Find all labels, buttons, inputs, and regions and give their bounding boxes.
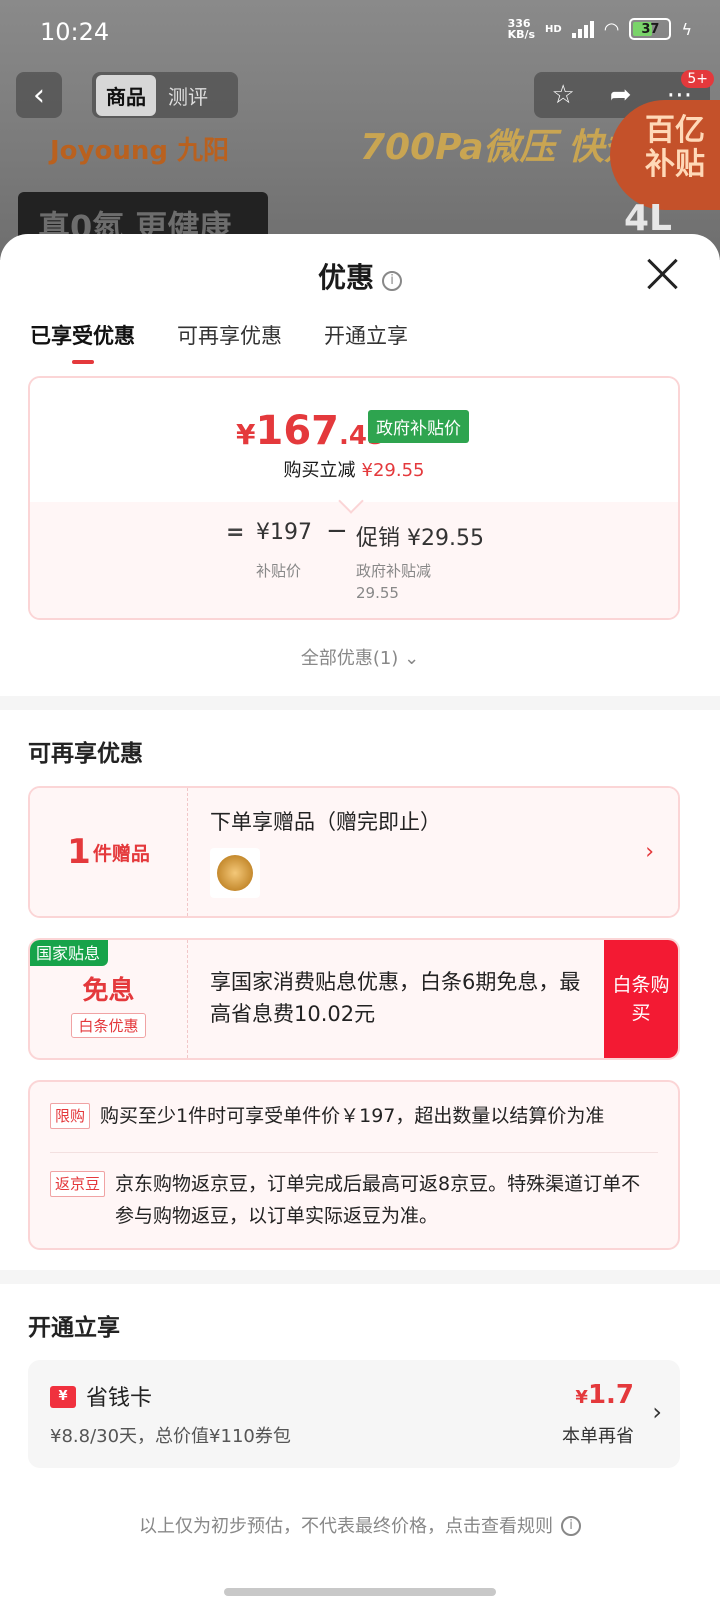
battery-icon: 37	[629, 18, 672, 40]
message-count-badge: 5+	[681, 70, 714, 88]
offers-sheet: 优惠 i 已享受优惠 可再享优惠 开通立享 ¥167.45 政府补贴价 购买立减 ¥…	[0, 234, 720, 1600]
capacity-label: 4L	[624, 198, 672, 239]
final-price: ¥167.45	[236, 408, 386, 454]
chevron-right-icon: ›	[645, 839, 654, 865]
subsidy-price: ¥197	[256, 520, 312, 545]
section-divider	[0, 1270, 720, 1284]
chevron-down-icon: ⌄	[404, 648, 420, 669]
hd-label: HD	[545, 23, 562, 35]
status-icons: 336 KB/s HD ◠ 37 ϟ	[508, 18, 692, 40]
wifi-icon: ◠	[603, 18, 620, 40]
info-icon[interactable]: i	[382, 271, 402, 291]
net-speed: 336 KB/s	[507, 17, 536, 41]
baitiao-buy-button[interactable]: 白条购买	[604, 940, 678, 1058]
all-offers-toggle[interactable]: 全部优惠(1) ⌄	[0, 644, 720, 670]
info-icon: i	[561, 1516, 581, 1536]
tab-more-offers[interactable]: 可再享优惠	[177, 320, 282, 364]
purchase-limit-note: 限购 购买至少1件时可享受单件价￥197，超出数量以结算价为准	[50, 1100, 658, 1132]
section-divider	[0, 696, 720, 710]
gift-thumbnail	[210, 848, 260, 898]
charging-icon: ϟ	[681, 19, 692, 39]
price-breakdown: = ¥197 − 促销 ¥29.55 补贴价 政府补贴减 29.55	[30, 488, 678, 618]
signal-icon	[571, 20, 594, 38]
interest-description: 享国家消费贴息优惠，白条6期免息，最高省息费10.02元	[210, 970, 581, 1026]
gift-title: 下单享赠品（赠完即止）	[210, 810, 441, 834]
home-indicator[interactable]	[224, 1588, 496, 1596]
interest-free-card: 国家贴息 免息 白条优惠 享国家消费贴息优惠，白条6期免息，最高省息费10.02…	[28, 938, 680, 1060]
product-tabs: 商品 测评	[92, 72, 238, 118]
subsidy-badge: 百亿 补贴	[610, 100, 720, 210]
product-slogan: 700Pa微压 快煮	[360, 127, 641, 168]
status-time: 10:24	[40, 18, 110, 46]
notes-card: 限购 购买至少1件时可享受单件价￥197，超出数量以结算价为准 返京豆 京东购物…	[28, 1080, 680, 1250]
close-icon[interactable]	[644, 256, 680, 292]
tab-product[interactable]: 商品	[96, 74, 156, 116]
back-button[interactable]: ‹	[16, 72, 62, 118]
national-subsidy-tag: 国家贴息	[30, 940, 109, 966]
saver-card-icon: ¥	[50, 1386, 76, 1408]
sheet-title: 优惠 i	[0, 256, 720, 296]
gift-offer-card[interactable]: 1 件赠品 下单享赠品（赠完即止） ›	[28, 786, 680, 918]
tab-enjoyed[interactable]: 已享受优惠	[30, 320, 135, 364]
status-bar: 10:24 336 KB/s HD ◠ 37 ϟ	[0, 0, 720, 64]
chevron-right-icon: ›	[652, 1398, 662, 1426]
promo-discount: 促销 ¥29.55	[356, 526, 484, 551]
footer-disclaimer[interactable]: 以上仅为初步预估，不代表最终价格，点击查看规则 i	[0, 1512, 720, 1538]
money-saver-card[interactable]: ¥ 省钱卡 ¥8.8/30天，总价值¥110券包 ¥1.7 本单再省 ›	[28, 1360, 680, 1468]
price-summary-card: ¥167.45 政府补贴价 购买立减 ¥29.55 = ¥197 − 促销 ¥29…	[28, 376, 680, 620]
tab-open-now[interactable]: 开通立享	[324, 320, 408, 364]
brand-logo: Joyoung 九阳	[50, 136, 230, 166]
tab-review[interactable]: 测评	[162, 75, 214, 116]
jd-beans-note: 返京豆 京东购物返京豆，订单完成后最高可返8京豆。特殊渠道订单不参与购物返豆，以…	[50, 1168, 658, 1232]
instant-reduction: 购买立减 ¥29.55	[283, 460, 425, 481]
gov-subsidy-badge: 政府补贴价	[368, 410, 469, 443]
favorite-star-icon[interactable]: ☆	[551, 80, 574, 110]
share-icon[interactable]: ➦	[610, 80, 632, 110]
section-more-offers: 可再享优惠	[28, 741, 143, 767]
product-page-background: 10:24 336 KB/s HD ◠ 37 ϟ ‹ 商品 测评 ☆ ➦ ⋯ 5…	[0, 0, 720, 260]
section-open-now: 开通立享	[28, 1315, 120, 1341]
offer-tabs: 已享受优惠 可再享优惠 开通立享	[30, 320, 408, 364]
saver-amount: ¥1.7	[575, 1380, 634, 1410]
